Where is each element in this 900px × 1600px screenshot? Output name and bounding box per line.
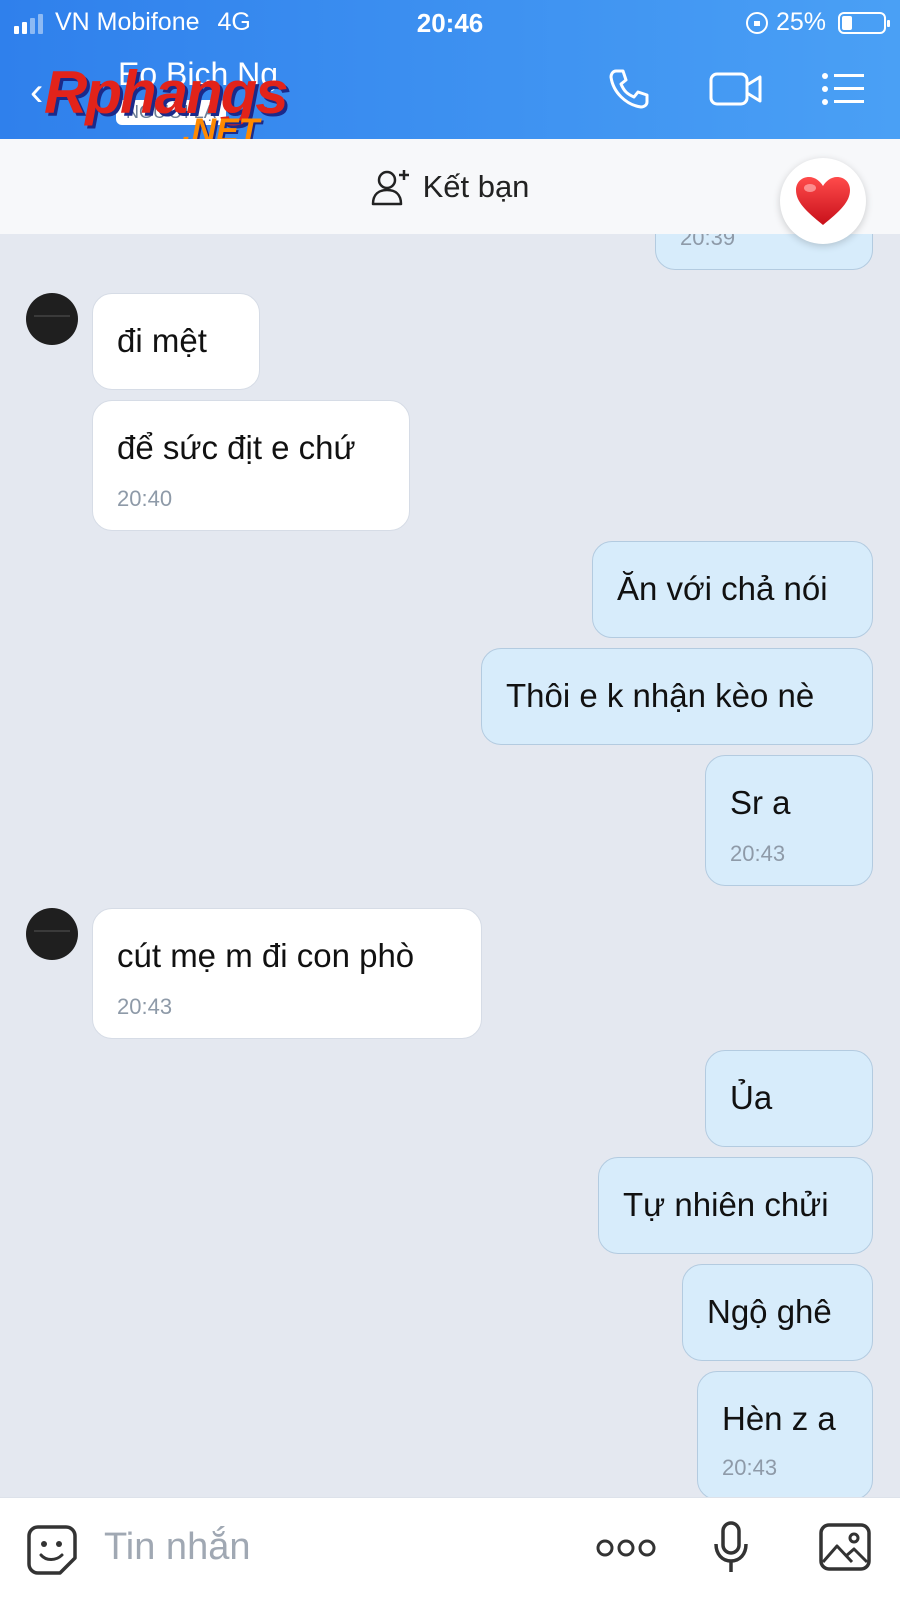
back-icon[interactable]: ‹ [30, 70, 43, 115]
orientation-lock-icon [745, 11, 768, 34]
message-input[interactable]: Tin nhắn [104, 1526, 250, 1569]
heart-button[interactable] [780, 158, 866, 244]
message-bubble-incoming[interactable]: đi mệt [92, 293, 260, 390]
message-text: Ăn với chả nói [617, 570, 828, 607]
message-text: để sức địt e chứ [117, 429, 356, 466]
menu-list-icon[interactable] [820, 71, 866, 107]
status-bar: VN Mobifone 4G 20:46 25% [0, 0, 900, 46]
message-time: 20:43 [730, 841, 786, 866]
message-time: 20:40 [117, 486, 173, 511]
message-text: cút mẹ m đi con phò [117, 937, 415, 974]
add-friend-label: Kết bạn [422, 168, 530, 204]
battery-icon [838, 11, 890, 34]
message-bubble-outgoing[interactable]: Ăn với chả nói [592, 541, 873, 638]
status-right: 25% [745, 8, 890, 37]
avatar[interactable] [26, 908, 78, 960]
message-input-bar: Tin nhắn [0, 1497, 900, 1600]
message-bubble-outgoing[interactable]: Tự nhiên chửi [598, 1157, 873, 1254]
avatar[interactable] [26, 293, 78, 345]
header-actions [606, 66, 866, 112]
battery-percent: 25% [775, 8, 826, 36]
message-bubble-outgoing[interactable]: Hèn z a 20:43 [697, 1371, 873, 1500]
image-icon[interactable] [818, 1522, 872, 1572]
message-time: 20:43 [117, 994, 173, 1019]
add-friend-bar[interactable]: Kết bạn [0, 139, 900, 234]
message-bubble-outgoing[interactable]: Sr a 20:43 [705, 755, 873, 886]
microphone-icon[interactable] [712, 1520, 750, 1576]
message-text: Sr a [730, 784, 791, 821]
message-bubble-outgoing[interactable]: Ngộ ghê [682, 1264, 873, 1361]
message-text: Thôi e k nhận kèo nè [506, 677, 815, 714]
message-text: Hèn z a [722, 1400, 836, 1437]
nav-bar: Eo Bich Ng NGƯỜI LẠ ‹ Rphangs .NET [0, 52, 900, 150]
chat-header: VN Mobifone 4G 20:46 25% Eo Bich Ng NGƯỜ… [0, 0, 900, 150]
message-text: Tự nhiên chửi [623, 1186, 829, 1223]
message-bubble-outgoing[interactable]: Ủa [705, 1050, 873, 1147]
video-call-icon[interactable] [708, 69, 764, 109]
phone-icon[interactable] [606, 66, 652, 112]
message-text: Ngộ ghê [707, 1293, 832, 1330]
message-bubble-outgoing[interactable]: Thôi e k nhận kèo nè [481, 648, 873, 745]
message-text: đi mệt [117, 322, 207, 359]
sticker-icon[interactable] [26, 1524, 78, 1576]
message-text: Ủa [730, 1079, 773, 1116]
add-friend-icon [371, 169, 409, 205]
message-bubble-incoming[interactable]: cút mẹ m đi con phò 20:43 [92, 908, 482, 1039]
message-bubble-incoming[interactable]: để sức địt e chứ 20:40 [92, 400, 410, 531]
heart-icon [796, 177, 850, 225]
message-time: 20:43 [722, 1455, 778, 1480]
battery-level [842, 15, 852, 30]
more-icon[interactable] [596, 1536, 656, 1560]
